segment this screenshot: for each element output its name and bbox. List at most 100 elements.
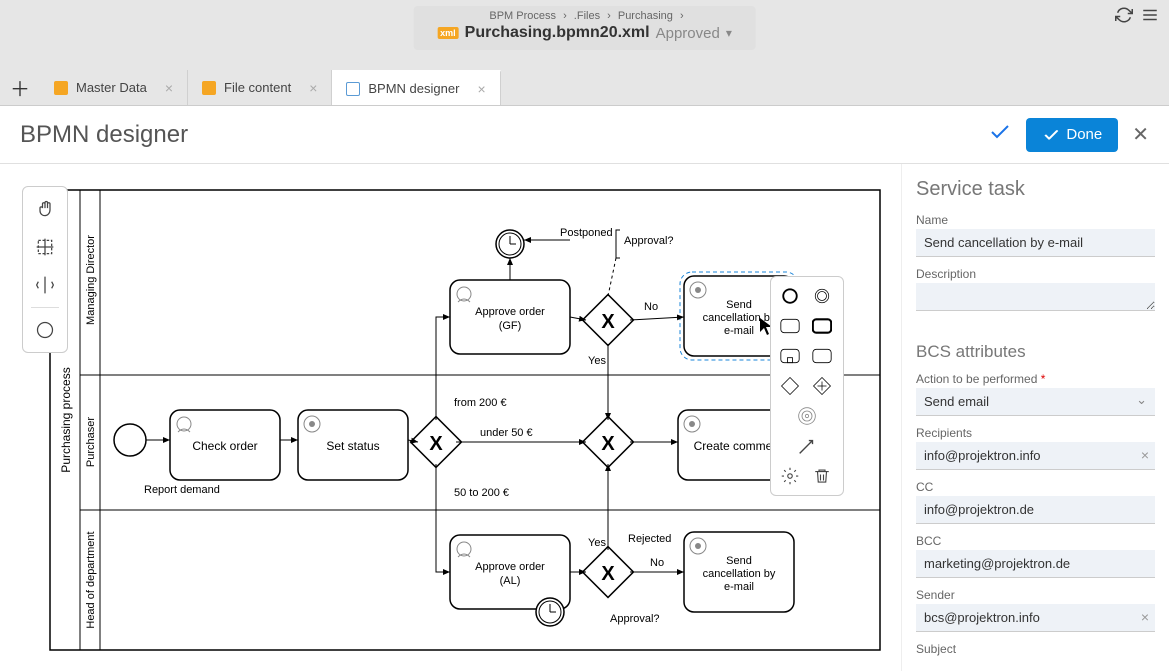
svg-text:X: X [601,311,615,333]
clear-icon[interactable]: × [1141,609,1149,625]
svg-text:No: No [650,557,664,569]
bpmn-diagram: Purchasing process Managing Director Pur… [40,180,890,660]
append-call-activity[interactable] [809,313,835,339]
space-tool[interactable] [27,267,63,303]
context-pad [770,276,844,496]
tab-label: File content [224,80,291,95]
append-task-alt[interactable] [809,343,835,369]
page-header: BPMN designer Done ✕ [0,106,1169,164]
start-event[interactable] [114,424,146,456]
xml-icon [54,81,68,95]
menu-icon[interactable] [1141,6,1159,29]
delete-icon[interactable] [809,463,835,489]
svg-text:X: X [429,433,443,455]
panel-title: Service task [916,178,1155,201]
properties-panel: Service task Name Description BCS attrib… [901,164,1169,671]
task-send-cancellation-2[interactable]: Sendcancellation bye-mail [684,532,794,612]
name-field[interactable] [916,229,1155,257]
action-select[interactable] [916,388,1155,416]
breadcrumb-file-chip[interactable]: BPM Process › .Files › Purchasing › xml … [413,6,756,50]
file-name: Purchasing.bpmn20.xml [465,24,650,42]
tab-bpmn-designer[interactable]: BPMN designer × [332,70,500,105]
recipients-field[interactable] [916,442,1155,470]
subject-label: Subject [916,642,1155,656]
tab-master-data[interactable]: Master Data × [40,70,188,105]
append-intermediate-event[interactable] [809,283,835,309]
svg-text:from 200 €: from 200 € [454,397,507,409]
done-button[interactable]: Done [1026,118,1118,152]
close-icon[interactable]: ✕ [1132,122,1149,147]
tab-strip: ＋ Master Data × File content × BPMN desi… [0,70,1169,106]
gateway-approval-al[interactable]: X [583,547,634,598]
annotation-label: Approval? [624,235,674,247]
clear-icon[interactable]: × [1141,447,1149,463]
connect[interactable] [794,433,820,459]
settings-icon[interactable] [777,463,803,489]
new-tab-button[interactable]: ＋ [0,70,40,105]
svg-text:X: X [601,433,615,455]
svg-text:No: No [644,301,658,313]
task-set-status[interactable]: Set status [298,410,408,480]
close-icon[interactable]: × [165,80,173,96]
close-icon[interactable]: × [309,80,317,96]
description-field[interactable] [916,283,1155,311]
tab-label: BPMN designer [368,81,459,96]
done-label: Done [1066,126,1102,143]
task-approve-gf[interactable]: Approve order(GF) [450,280,570,354]
append-task[interactable] [777,313,803,339]
breadcrumb: BPM Process › .Files › Purchasing › [437,10,732,22]
hand-tool[interactable] [27,191,63,227]
task-check-order[interactable]: Check order [170,410,280,480]
svg-text:50 to 200 €: 50 to 200 € [454,487,509,499]
svg-text:Yes: Yes [588,355,606,367]
label: Report demand [144,484,220,496]
apply-check-icon[interactable] [988,120,1012,150]
action-label: Action to be performed * [916,372,1155,386]
xml-badge-icon: xml [437,27,459,39]
append-gateway-xor[interactable] [777,373,803,399]
page-title: BPMN designer [20,121,188,149]
append-gateway-parallel[interactable] [809,373,835,399]
text-annotation-bracket [616,230,620,258]
tool-palette [22,186,68,353]
lane-label: Head of department [85,531,97,628]
bcc-label: BCC [916,534,1155,548]
svg-text:X: X [601,563,615,585]
lasso-tool[interactable] [27,229,63,265]
gateway-split-amount[interactable]: X [411,417,462,468]
cc-label: CC [916,480,1155,494]
bpmn-icon [346,82,360,96]
close-icon[interactable]: × [477,81,485,97]
chevron-down-icon[interactable]: ▾ [726,26,732,40]
gateway-approval-gf[interactable]: X [583,295,634,346]
top-bar: BPM Process › .Files › Purchasing › xml … [0,0,1169,70]
xml-icon [202,81,216,95]
start-event-tool[interactable] [27,312,63,348]
append-subprocess[interactable] [777,343,803,369]
change-type[interactable] [794,403,820,429]
svg-text:Rejected: Rejected [628,533,671,545]
tab-file-content[interactable]: File content × [188,70,332,105]
svg-text:Postponed: Postponed [560,227,613,239]
file-status: Approved [656,25,720,42]
diagram-canvas[interactable]: Purchasing process Managing Director Pur… [0,164,901,671]
gateway-merge[interactable]: X [583,417,634,468]
bcc-field[interactable] [916,550,1155,578]
cc-field[interactable] [916,496,1155,524]
refresh-icon[interactable] [1115,6,1133,29]
timer-event[interactable] [536,598,564,626]
tab-label: Master Data [76,80,147,95]
sender-field[interactable] [916,604,1155,632]
svg-text:under 50 €: under 50 € [480,427,533,439]
svg-text:Yes: Yes [588,537,606,549]
svg-text:Set status: Set status [326,439,379,453]
append-end-event[interactable] [777,283,803,309]
timer-event[interactable] [496,230,524,258]
bcs-section-title: BCS attributes [916,342,1155,362]
label: Approval? [610,613,660,625]
lane-label: Purchaser [85,417,97,467]
sender-label: Sender [916,588,1155,602]
description-label: Description [916,267,1155,281]
pool-label: Purchasing process [59,367,73,472]
name-label: Name [916,213,1155,227]
